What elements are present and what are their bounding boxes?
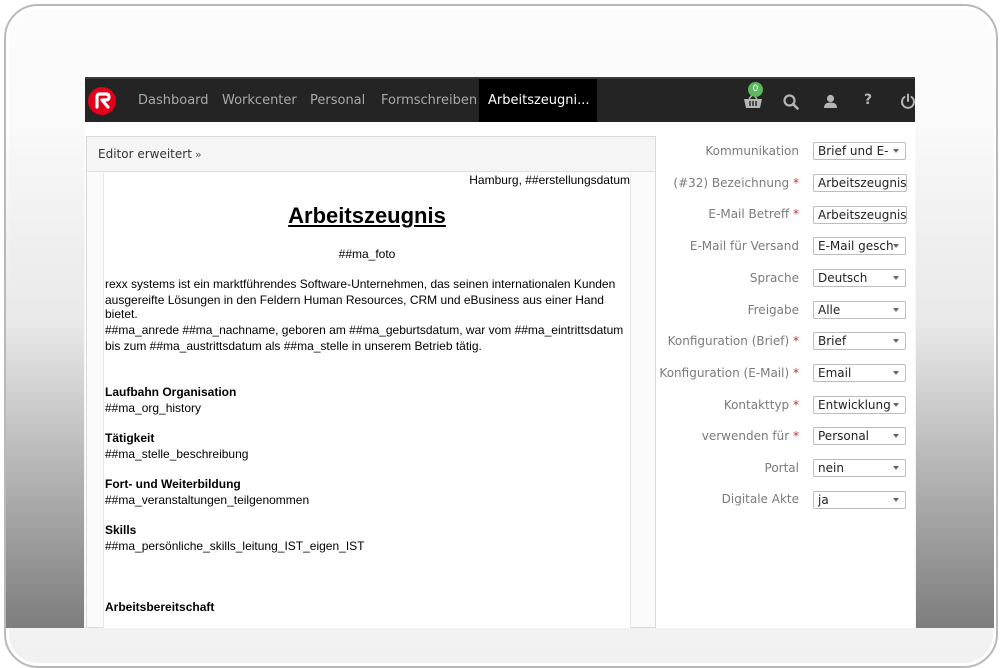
select-freigabe[interactable]: Alle xyxy=(813,301,906,319)
editor-panel: Editor erweitert» Hamburg, ##erstellungs… xyxy=(86,136,656,628)
rexx-logo[interactable] xyxy=(88,87,116,115)
label-email-versand: E-Mail für Versand xyxy=(689,239,799,253)
dropdown-arrow-icon xyxy=(893,403,899,407)
label-verwenden-fuer: verwenden für * xyxy=(701,429,799,443)
nav-workcenter[interactable]: Workcenter xyxy=(222,79,297,122)
cart-count-badge: 0 xyxy=(748,82,763,97)
nav-personal[interactable]: Personal xyxy=(310,79,365,122)
label-freigabe: Freigabe xyxy=(747,303,799,317)
doc-section-value: ##ma_org_history xyxy=(105,401,202,415)
dropdown-arrow-icon xyxy=(893,149,899,153)
label-email-betreff: E-Mail Betreff * xyxy=(708,207,799,221)
dropdown-arrow-icon xyxy=(893,434,899,438)
doc-section-value: ##ma_persönliche_skills_leitung_IST_eige… xyxy=(105,539,365,553)
dropdown-arrow-icon xyxy=(893,498,899,502)
doc-photo-placeholder: ##ma_foto xyxy=(338,247,396,261)
help-icon[interactable]: ? xyxy=(864,92,872,108)
user-icon[interactable] xyxy=(823,94,838,113)
label-bezeichnung: (#32) Bezeichnung * xyxy=(673,176,799,190)
doc-section-heading: Laufbahn Organisation xyxy=(105,385,237,399)
document-page[interactable]: Hamburg, ##erstellungsdatum Arbeitszeugn… xyxy=(103,173,631,628)
doc-title: Arbeitszeugnis xyxy=(288,203,446,228)
doc-section-heading: Skills xyxy=(105,523,137,537)
select-verwenden-fuer[interactable]: Personal xyxy=(813,427,906,445)
dropdown-arrow-icon xyxy=(893,466,899,470)
frame-shadow-right xyxy=(916,120,994,628)
dropdown-arrow-icon xyxy=(893,244,899,248)
doc-intro-line-2: ausgereifte Lösungen in den Feldern Huma… xyxy=(105,293,604,321)
select-konfiguration-brief[interactable]: Brief xyxy=(813,332,906,350)
search-icon[interactable] xyxy=(783,94,799,114)
select-kommunikation[interactable]: Brief und E- xyxy=(813,142,906,160)
double-chevron-down-icon: » xyxy=(194,148,202,161)
doc-section-value: ##ma_stelle_beschreibung xyxy=(105,447,249,461)
nav-formschreiben[interactable]: Formschreiben xyxy=(381,79,477,122)
label-sprache: Sprache xyxy=(749,271,799,285)
doc-section-value: ##ma_veranstaltungen_teilgenommen xyxy=(105,493,310,507)
power-icon[interactable] xyxy=(900,93,915,113)
select-portal[interactable]: nein xyxy=(813,459,906,477)
dropdown-arrow-icon xyxy=(893,308,899,312)
label-kontakttyp: Kontakttyp * xyxy=(723,398,799,412)
label-digitale-akte: Digitale Akte xyxy=(721,492,799,506)
doc-section-heading: Fort- und Weiterbildung xyxy=(105,477,241,491)
select-sprache[interactable]: Deutsch xyxy=(813,269,906,287)
app-screen: Dashboard Workcenter Personal Formschrei… xyxy=(85,77,915,628)
top-navbar: Dashboard Workcenter Personal Formschrei… xyxy=(85,77,915,145)
dropdown-arrow-icon xyxy=(893,276,899,280)
input-bezeichnung[interactable]: Arbeitszeugnis ( xyxy=(813,174,907,192)
label-kommunikation: Kommunikation xyxy=(705,144,799,158)
dropdown-arrow-icon xyxy=(893,339,899,343)
nav-arbeitszeugnis-dropdown[interactable]: Arbeitszeugni... xyxy=(479,79,597,145)
editor-mode-label: Editor erweitert xyxy=(98,147,192,161)
select-konfiguration-email[interactable]: Email xyxy=(813,364,906,382)
select-digitale-akte[interactable]: ja xyxy=(813,491,906,509)
basket-icon[interactable] xyxy=(743,94,763,114)
select-email-versand[interactable]: E-Mail gesch xyxy=(813,237,906,255)
label-konfiguration-brief: Konfiguration (Brief) * xyxy=(667,334,799,348)
doc-person-line-2: bis zum ##ma_austrittsdatum als ##ma_ste… xyxy=(105,339,482,353)
nav-active-label: Arbeitszeugni... xyxy=(488,93,590,108)
label-konfiguration-email: Konfiguration (E-Mail) * xyxy=(659,366,799,380)
nav-dashboard[interactable]: Dashboard xyxy=(138,79,209,122)
input-email-betreff[interactable]: Arbeitszeugnis xyxy=(813,206,907,224)
dropdown-arrow-icon xyxy=(893,371,899,375)
doc-intro-line-1: rexx systems ist ein marktführendes Soft… xyxy=(105,277,616,291)
editor-mode-toggle[interactable]: Editor erweitert» xyxy=(87,137,655,172)
frame-shadow-left xyxy=(6,120,84,628)
select-kontakttyp[interactable]: Entwicklung xyxy=(813,396,906,414)
doc-section-heading: Arbeitsbereitschaft xyxy=(105,600,215,614)
doc-section-heading: Tätigkeit xyxy=(105,431,155,445)
doc-person-line-1: ##ma_anrede ##ma_nachname, geboren am ##… xyxy=(105,323,624,337)
label-portal: Portal xyxy=(764,461,799,475)
